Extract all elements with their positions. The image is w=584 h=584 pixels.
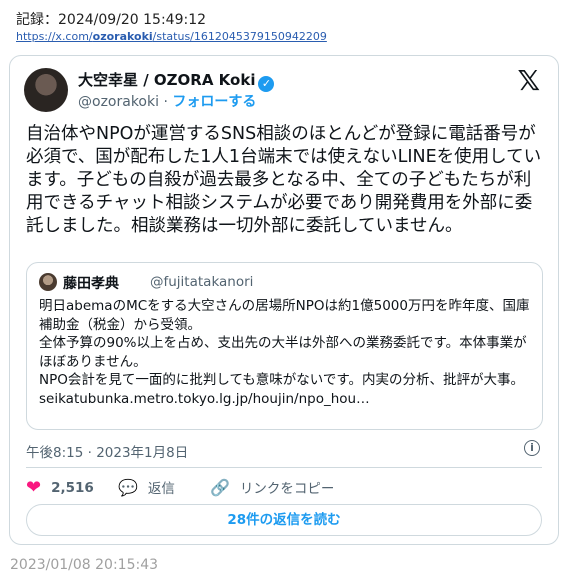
like-count: 2,516: [51, 479, 94, 496]
saved-date: 2023/01/08 20:15:43: [10, 557, 159, 573]
quoted-line: 全体予算の90%以上を占め、支出先の大半は外部への業務委託です。本体事業がほぼあ…: [39, 335, 527, 370]
tweet-text: 自治体やNPOが運営するSNS相談のほとんどが登録に電話番号が必須で、国が配布し…: [26, 124, 542, 236]
source-url[interactable]: https://x.com/ozorakoki/status/161204537…: [16, 30, 327, 43]
link-icon: 🔗: [210, 477, 230, 497]
reply-label: 返信: [147, 481, 175, 497]
copy-link-label: リンクをコピー: [239, 481, 335, 497]
url-user: ozorakoki: [92, 30, 153, 43]
copy-link-button[interactable]: 🔗 リンクをコピー: [210, 477, 335, 498]
quoted-line: 明日abemaのMCをする大空さんの居場所NPOは約1億5000万円を昨年度、国…: [39, 298, 530, 333]
author-avatar[interactable]: [24, 68, 68, 112]
divider: [26, 467, 542, 468]
quoted-author-name: 藤田孝典: [63, 276, 119, 292]
info-icon[interactable]: i: [524, 440, 540, 456]
quoted-author-handle: @fujitatakanori: [150, 274, 254, 290]
like-button[interactable]: ❤ 2,516: [26, 477, 94, 498]
action-bar: ❤ 2,516 💬 返信 🔗 リンクをコピー: [26, 477, 542, 498]
author-name-row[interactable]: 大空幸星 / OZORA Koki ✓: [78, 69, 275, 92]
follow-button[interactable]: フォローする: [172, 94, 256, 110]
quoted-line: NPO会計を見て一面的に批判しても意味がないです。内実の分析、批評が大事。: [39, 372, 525, 388]
record-timestamp: 記録：2024/09/20 15:49:12: [16, 12, 207, 28]
url-suffix: /status/1612045379150942209: [152, 30, 327, 43]
quoted-tweet[interactable]: 藤田孝典 @fujitatakanori 明日abemaのMCをする大空さんの居…: [26, 262, 543, 430]
x-logo-icon[interactable]: 𝕏: [517, 64, 540, 97]
tweet-timestamp[interactable]: 午後8:15 · 2023年1月8日: [26, 441, 188, 461]
reply-button[interactable]: 💬 返信: [118, 477, 175, 498]
read-replies-button[interactable]: 28件の返信を読む: [26, 504, 542, 536]
heart-icon: ❤: [26, 477, 42, 498]
author-handle[interactable]: @ozorakoki: [78, 94, 159, 110]
tweet-card: 大空幸星 / OZORA Koki ✓ @ozorakoki · フォローする 𝕏…: [9, 55, 559, 545]
author-name: 大空幸星 / OZORA Koki: [78, 71, 256, 89]
verified-badge-icon: ✓: [258, 76, 275, 92]
quoted-text: 明日abemaのMCをする大空さんの居場所NPOは約1億5000万円を昨年度、国…: [39, 297, 534, 408]
handle-row: @ozorakoki · フォローする: [78, 91, 256, 111]
url-prefix: https://x.com/: [16, 30, 93, 43]
handle-separator: ·: [163, 94, 168, 110]
quoted-author-avatar: [39, 273, 57, 291]
reply-bubble-icon: 💬: [118, 477, 138, 497]
quoted-link[interactable]: seikatubunka.metro.tokyo.lg.jp/houjin/np…: [39, 390, 534, 409]
